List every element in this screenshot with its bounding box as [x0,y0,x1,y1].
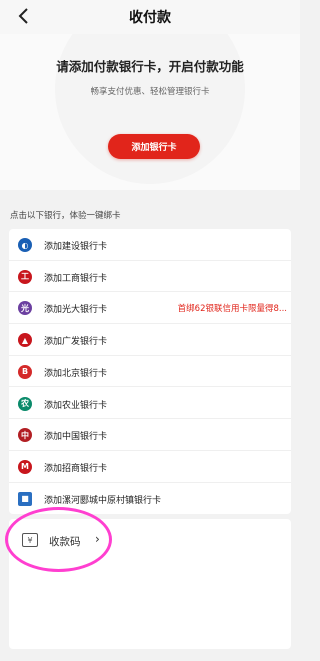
cgb-logo-icon: ▲ [18,333,32,348]
promo-text: 首绑62银联信用卡限量得8... [177,304,287,315]
bank-row-cmb[interactable]: M 添加招商银行卡 [9,451,291,483]
bank-row-label: 添加广发银行卡 [44,337,108,348]
bank-row-label: 添加北京银行卡 [44,368,108,379]
banner-title: 请添加付款银行卡，开启付款功能 [56,59,244,74]
boc-logo-icon: 中 [18,428,32,443]
rural-bank-logo-icon: ■ [18,491,32,506]
bank-list: ◐ 添加建设银行卡 工 添加工商银行卡 光 添加光大银行卡 首绑62银联信用卡限… [9,229,291,514]
yuan-qr-icon[interactable]: ¥ [22,533,38,547]
page-title: 收付款 [129,10,171,26]
bank-row-abc[interactable]: 农 添加农业银行卡 [9,388,291,420]
icbc-logo-icon: 工 [18,269,32,284]
payment-code-card: ¥ 收款码 › [9,519,291,649]
add-bank-card-button[interactable]: 添加银行卡 [108,134,200,159]
chevron-right-icon[interactable]: › [95,532,100,546]
bank-row-label: 添加工商银行卡 [44,273,108,284]
cmb-logo-icon: M [18,459,32,474]
bank-row-ceb[interactable]: 光 添加光大银行卡 首绑62银联信用卡限量得8... [9,292,291,325]
bank-row-label: 添加漯河郾城中原村镇银行卡 [44,495,162,506]
abc-logo-icon: 农 [18,396,32,411]
section-hint: 点击以下银行，体验一键绑卡 [10,211,121,221]
bank-row-label: 添加光大银行卡 [44,305,108,316]
banner-subtitle: 畅享支付优惠、轻松管理银行卡 [90,87,210,97]
bob-logo-icon: B [18,364,32,379]
bank-row-label: 添加农业银行卡 [44,400,108,411]
bank-row-rural[interactable]: ■ 添加漯河郾城中原村镇银行卡 [9,483,291,515]
bank-row-label: 添加中国银行卡 [44,432,108,443]
receive-code-label[interactable]: 收款码 [49,534,81,549]
bank-row-label: 添加建设银行卡 [44,242,108,252]
bank-row-bob[interactable]: B 添加北京银行卡 [9,356,291,388]
ceb-logo-icon: 光 [18,301,32,316]
bank-row-label: 添加招商银行卡 [44,463,108,474]
bank-row-cgb[interactable]: ▲ 添加广发银行卡 [9,324,291,356]
empty-state-banner: 请添加付款银行卡，开启付款功能 畅享支付优惠、轻松管理银行卡 添加银行卡 [0,34,300,190]
top-bar: 收付款 [0,0,300,34]
bank-row-boc[interactable]: 中 添加中国银行卡 [9,419,291,451]
bank-row-icbc[interactable]: 工 添加工商银行卡 [9,261,291,293]
bank-row-ccb[interactable]: ◐ 添加建设银行卡 [9,229,291,261]
ccb-logo-icon: ◐ [18,238,32,252]
